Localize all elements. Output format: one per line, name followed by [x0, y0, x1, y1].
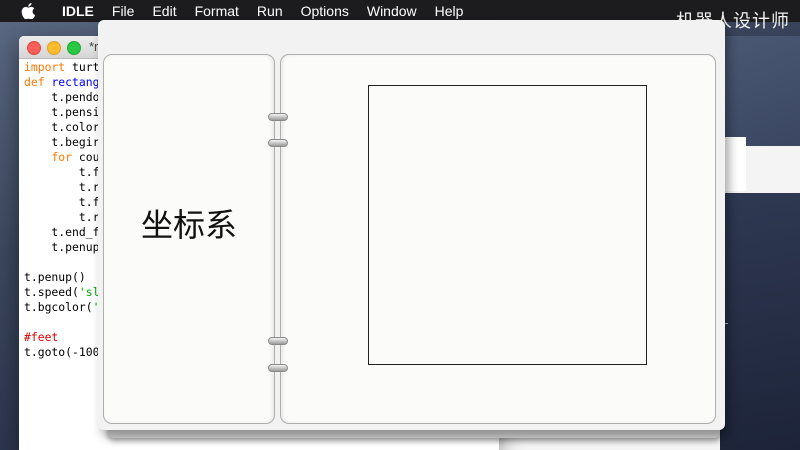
code-line[interactable]: t.goto(-100 [24, 345, 99, 360]
binder-ring-icon [268, 364, 288, 372]
left-page-title: 坐标系 [140, 206, 237, 244]
menu-edit[interactable]: Edit [143, 3, 185, 19]
code-line[interactable]: t.speed('sl [24, 285, 99, 300]
menu-app-idle[interactable]: IDLE [53, 3, 103, 19]
binder-ring-icon [268, 113, 288, 121]
code-line[interactable]: for cou [24, 150, 99, 165]
menu-format[interactable]: Format [186, 3, 248, 19]
menu-window[interactable]: Window [358, 3, 426, 19]
minimize-button[interactable] [47, 41, 61, 55]
code-line[interactable]: import turt [24, 60, 99, 75]
maximize-button[interactable] [67, 41, 81, 55]
code-line[interactable]: t.color [24, 120, 99, 135]
code-editor[interactable]: import turt def rectang t.pendo t.pensi t… [24, 60, 99, 360]
binder-ring-icon [268, 139, 288, 147]
code-line[interactable]: t.f [24, 165, 100, 180]
close-button[interactable] [27, 41, 41, 55]
code-line[interactable]: t.r [24, 210, 100, 225]
coordinate-square [368, 85, 647, 365]
editor-title: *r [89, 39, 99, 54]
code-line[interactable]: #feet [24, 330, 99, 345]
code-line[interactable]: t.penup [24, 240, 99, 255]
menu-file[interactable]: File [103, 3, 144, 19]
menu-options[interactable]: Options [292, 3, 358, 19]
desktop-background-lower [720, 193, 800, 450]
code-line[interactable] [24, 255, 99, 270]
code-line[interactable]: t.bgcolor(' [24, 300, 99, 315]
code-line[interactable]: t.f [24, 195, 100, 210]
menu-run[interactable]: Run [248, 3, 292, 19]
code-line[interactable]: t.pendo [24, 90, 99, 105]
code-line[interactable]: t.begir [24, 135, 99, 150]
code-line[interactable] [24, 315, 99, 330]
code-line[interactable]: t.pensi [24, 105, 99, 120]
code-line[interactable]: t.end_f [24, 225, 99, 240]
apple-icon[interactable] [21, 3, 35, 19]
code-line[interactable]: def rectang [24, 75, 99, 90]
code-line[interactable]: t.r [24, 180, 100, 195]
binder-ring-icon [268, 337, 288, 345]
code-line[interactable]: t.penup() [24, 270, 99, 285]
menu-help[interactable]: Help [426, 3, 473, 19]
